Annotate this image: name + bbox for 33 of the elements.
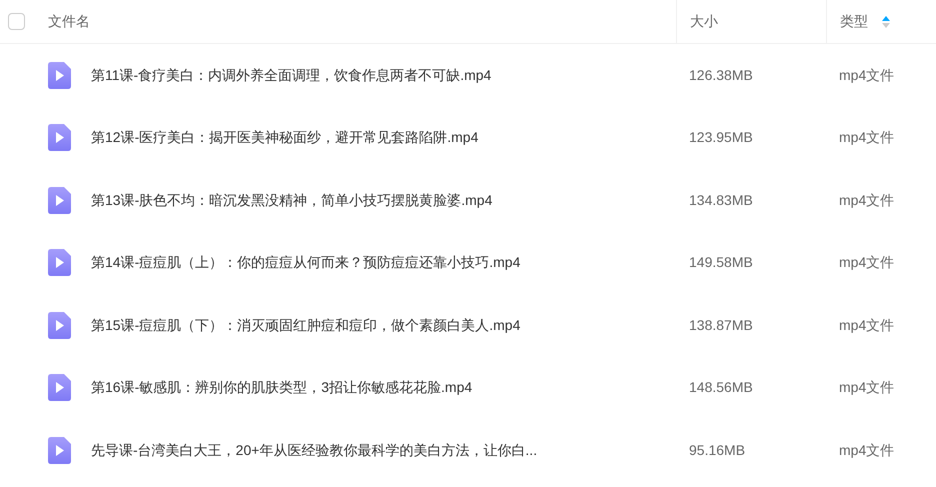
file-type: mp4文件 bbox=[839, 442, 894, 458]
file-size: 148.56MB bbox=[689, 379, 753, 396]
file-type: mp4文件 bbox=[839, 129, 894, 146]
file-name[interactable]: 第15课-痘痘肌（下）：消灭顽固红肿痘和痘印，做个素颜白美人.mp4 bbox=[91, 314, 520, 336]
file-type: mp4文件 bbox=[839, 379, 894, 396]
video-file-icon bbox=[48, 312, 71, 339]
select-all-checkbox[interactable] bbox=[8, 13, 25, 30]
file-size: 126.38MB bbox=[689, 66, 753, 83]
file-type: mp4文件 bbox=[839, 66, 894, 83]
file-name[interactable]: 先导课-台湾美白大王，20+年从医经验教你最科学的美白方法，让你白... bbox=[91, 440, 538, 461]
file-type: mp4文件 bbox=[839, 316, 894, 333]
file-name[interactable]: 第16课-敏感肌：辨别你的肌肤类型，3招让你敏感花花脸.mp4 bbox=[91, 377, 472, 398]
video-file-icon bbox=[48, 374, 71, 402]
file-size: 95.16MB bbox=[689, 442, 746, 458]
column-header[interactable]: 类型 bbox=[840, 11, 890, 32]
file-type: mp4文件 bbox=[839, 192, 894, 208]
file-size: 134.83MB bbox=[689, 192, 753, 208]
file-size: 138.87MB bbox=[689, 316, 753, 333]
video-file-icon bbox=[48, 124, 71, 152]
file-size: 123.95MB bbox=[689, 129, 753, 146]
file-size: 149.58MB bbox=[689, 254, 753, 270]
column-header[interactable]: 文件名 bbox=[48, 11, 90, 32]
video-file-icon bbox=[48, 62, 71, 89]
file-name[interactable]: 第14课-痘痘肌（上）：你的痘痘从何而来？预防痘痘还靠小技巧.mp4 bbox=[91, 252, 520, 274]
file-name[interactable]: 第13课-肤色不均：暗沉发黑没精神，简单小技巧摆脱黄脸婆.mp4 bbox=[91, 190, 492, 211]
sort-icon[interactable] bbox=[882, 16, 890, 28]
video-file-icon bbox=[48, 186, 71, 214]
file-type: mp4文件 bbox=[839, 254, 894, 270]
video-file-icon bbox=[48, 249, 71, 276]
file-name[interactable]: 第12课-医疗美白：揭开医美神秘面纱，避开常见套路陷阱.mp4 bbox=[91, 127, 478, 148]
file-name[interactable]: 第11课-食疗美白：内调外养全面调理，饮食作息两者不可缺.mp4 bbox=[91, 64, 492, 86]
video-file-icon bbox=[48, 436, 71, 464]
column-header[interactable]: 大小 bbox=[690, 11, 718, 32]
